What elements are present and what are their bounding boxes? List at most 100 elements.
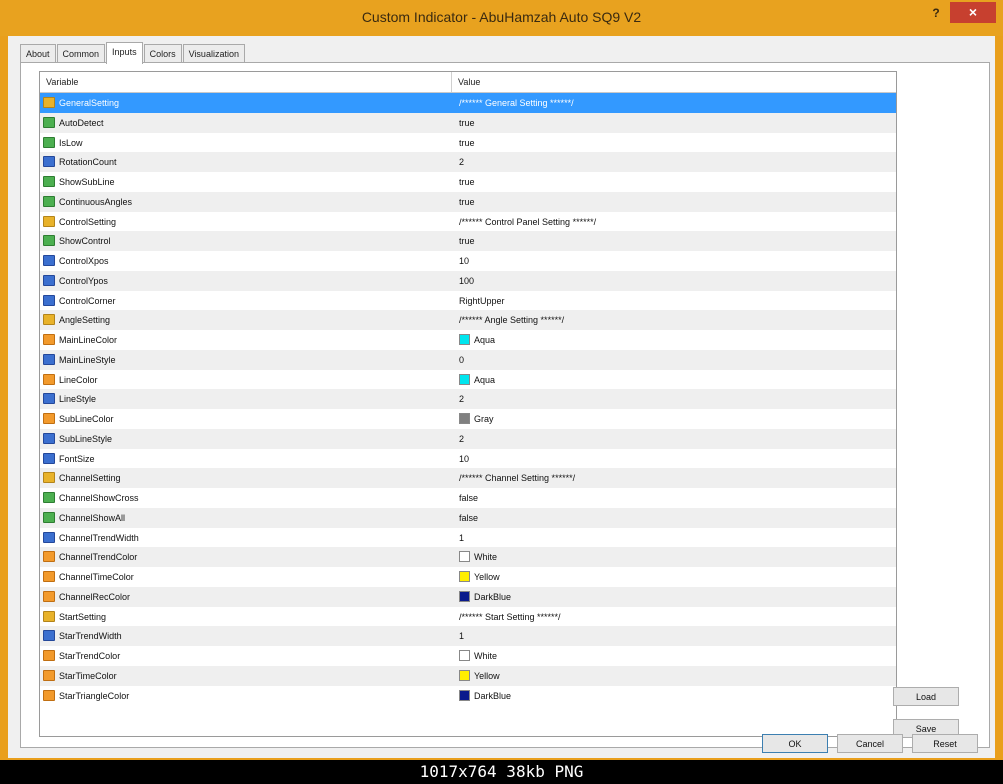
input-row-controlxpos[interactable]: ControlXpos 10 xyxy=(40,251,896,271)
tab-inputs[interactable]: Inputs xyxy=(106,42,143,64)
title-bar[interactable]: Custom Indicator - AbuHamzah Auto SQ9 V2… xyxy=(0,0,1003,36)
variable-value[interactable]: Yellow xyxy=(474,572,500,582)
help-button[interactable]: ? xyxy=(925,4,947,22)
variable-value[interactable]: 10 xyxy=(459,256,469,266)
color-type-icon xyxy=(43,669,55,681)
input-row-channelsetting[interactable]: ChannelSetting /****** Channel Setting **… xyxy=(40,468,896,488)
tab-common[interactable]: Common xyxy=(56,44,106,63)
variable-value[interactable]: 0 xyxy=(459,355,464,365)
input-row-channeltrendcolor[interactable]: ChannelTrendColor White xyxy=(40,547,896,567)
tab-about[interactable]: About xyxy=(20,44,56,63)
input-row-startrendwidth[interactable]: StarTrendWidth 1 xyxy=(40,626,896,646)
input-row-channelreccolor[interactable]: ChannelRecColor DarkBlue xyxy=(40,586,896,607)
input-row-linestyle[interactable]: LineStyle 2 xyxy=(40,389,896,409)
variable-value[interactable]: /****** Angle Setting ******/ xyxy=(459,315,564,325)
color-type-icon xyxy=(43,373,55,385)
color-swatch xyxy=(459,373,470,385)
input-row-startimecolor[interactable]: StarTimeColor Yellow xyxy=(40,665,896,686)
variable-value[interactable]: 2 xyxy=(459,434,464,444)
input-row-channelshowcross[interactable]: ChannelShowCross false xyxy=(40,488,896,508)
inputs-panel: Variable Value GeneralSetting /****** Gen… xyxy=(20,62,990,748)
cancel-button[interactable]: Cancel xyxy=(837,734,903,753)
variable-value[interactable]: 1 xyxy=(459,631,464,641)
ok-button[interactable]: OK xyxy=(762,734,828,753)
variable-column-header[interactable]: Variable xyxy=(46,77,78,87)
variable-value[interactable]: true xyxy=(459,177,475,187)
window-title: Custom Indicator - AbuHamzah Auto SQ9 V2 xyxy=(361,9,642,25)
variable-name: SubLineStyle xyxy=(59,433,113,444)
input-row-controlsetting[interactable]: ControlSetting /****** Control Panel Sett… xyxy=(40,212,896,232)
input-row-controlcorner[interactable]: ControlCorner RightUpper xyxy=(40,291,896,311)
input-row-channelshowall[interactable]: ChannelShowAll false xyxy=(40,507,896,528)
input-row-showsubline[interactable]: ShowSubLine true xyxy=(40,172,896,192)
integer-type-icon xyxy=(43,353,55,365)
input-row-channeltimecolor[interactable]: ChannelTimeColor Yellow xyxy=(40,567,896,587)
variable-name: ControlCorner xyxy=(59,295,116,306)
input-row-startrendcolor[interactable]: StarTrendColor White xyxy=(40,646,896,666)
input-row-autodetect[interactable]: AutoDetect true xyxy=(40,112,896,133)
variable-name: ChannelTrendWidth xyxy=(59,532,139,543)
variable-value[interactable]: true xyxy=(459,197,475,207)
variable-value[interactable]: Yellow xyxy=(474,671,500,681)
variable-value[interactable]: Aqua xyxy=(474,335,495,345)
variable-name: ControlYpos xyxy=(59,275,108,286)
input-row-rotationcount[interactable]: RotationCount 2 xyxy=(40,152,896,172)
variable-value[interactable]: Gray xyxy=(474,414,494,424)
variable-value[interactable]: /****** Control Panel Setting ******/ xyxy=(459,217,596,227)
variable-name: ShowSubLine xyxy=(59,177,115,187)
variable-value[interactable]: true xyxy=(459,138,475,148)
tab-colors[interactable]: Colors xyxy=(143,44,182,63)
image-caption-bar: 1017x764 38kb PNG xyxy=(0,760,1003,784)
input-row-channeltrendwidth[interactable]: ChannelTrendWidth 1 xyxy=(40,528,896,548)
column-divider[interactable] xyxy=(451,72,452,92)
load-button[interactable]: Load xyxy=(893,687,959,706)
input-row-continuousangles[interactable]: ContinuousAngles true xyxy=(40,191,896,212)
input-row-linecolor[interactable]: LineColor Aqua xyxy=(40,370,896,390)
variable-value[interactable]: DarkBlue xyxy=(474,691,511,701)
variable-value[interactable]: /****** Start Setting ******/ xyxy=(459,612,561,622)
color-swatch xyxy=(459,551,470,563)
input-row-startsetting[interactable]: StartSetting /****** Start Setting ******… xyxy=(40,607,896,627)
input-row-anglesetting[interactable]: AngleSetting /****** Angle Setting ******… xyxy=(40,310,896,330)
input-row-showcontrol[interactable]: ShowControl true xyxy=(40,231,896,251)
variable-name: MainLineColor xyxy=(59,335,118,345)
variable-name: FontSize xyxy=(59,453,95,464)
variable-name: StarTriangleColor xyxy=(59,690,130,701)
inputs-grid[interactable]: Variable Value GeneralSetting /****** Gen… xyxy=(39,71,897,737)
variable-value[interactable]: 2 xyxy=(459,394,464,404)
input-row-fontsize[interactable]: FontSize 10 xyxy=(40,449,896,469)
variable-value[interactable]: 100 xyxy=(459,276,474,286)
color-swatch xyxy=(459,413,470,424)
variable-value[interactable]: 10 xyxy=(459,454,469,464)
variable-value[interactable]: DarkBlue xyxy=(474,592,511,602)
value-column-header[interactable]: Value xyxy=(458,77,480,87)
input-row-mainlinecolor[interactable]: MainLineColor Aqua xyxy=(40,330,896,350)
tab-visualization[interactable]: Visualization xyxy=(182,44,245,63)
reset-button[interactable]: Reset xyxy=(912,734,978,753)
variable-value[interactable]: 1 xyxy=(459,533,464,543)
variable-value[interactable]: /****** General Setting ******/ xyxy=(459,98,574,108)
color-type-icon xyxy=(43,571,55,582)
input-row-startrianglecolor[interactable]: StarTriangleColor DarkBlue xyxy=(40,686,896,706)
variable-value[interactable]: Aqua xyxy=(474,375,495,385)
input-row-sublinecolor[interactable]: SubLineColor Gray xyxy=(40,409,896,429)
input-row-sublinestyle[interactable]: SubLineStyle 2 xyxy=(40,428,896,449)
variable-value[interactable]: White xyxy=(474,552,497,562)
variable-value[interactable]: false xyxy=(459,493,478,503)
variable-value[interactable]: true xyxy=(459,118,475,128)
variable-value[interactable]: RightUpper xyxy=(459,296,505,306)
variable-value[interactable]: true xyxy=(459,236,475,246)
variable-name: RotationCount xyxy=(59,157,117,168)
input-row-mainlinestyle[interactable]: MainLineStyle 0 xyxy=(40,349,896,370)
variable-value[interactable]: 2 xyxy=(459,157,464,167)
variable-value[interactable]: /****** Channel Setting ******/ xyxy=(459,473,575,483)
integer-type-icon xyxy=(43,393,55,405)
input-row-islow[interactable]: IsLow true xyxy=(40,133,896,153)
color-swatch xyxy=(459,334,470,345)
variable-value[interactable]: false xyxy=(459,513,478,523)
close-button[interactable]: × xyxy=(950,2,996,23)
input-row-generalsetting[interactable]: GeneralSetting /****** General Setting **… xyxy=(40,93,896,113)
input-row-controlypos[interactable]: ControlYpos 100 xyxy=(40,270,896,291)
grid-header: Variable Value xyxy=(40,72,896,93)
variable-value[interactable]: White xyxy=(474,651,497,661)
